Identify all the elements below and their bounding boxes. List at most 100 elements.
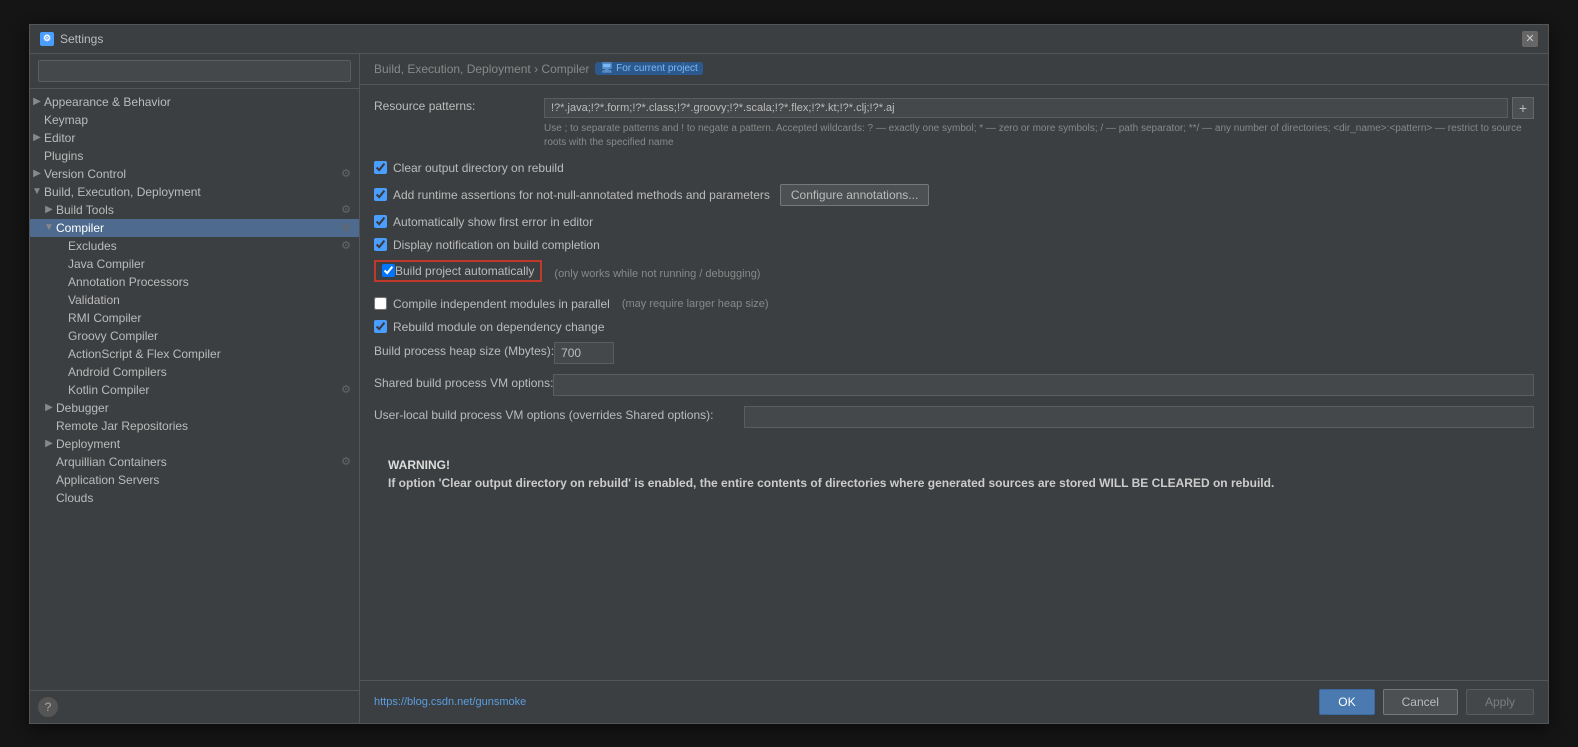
content-header: Build, Execution, Deployment › Compiler …: [360, 54, 1548, 85]
sidebar-item-label: Build Tools: [56, 203, 114, 217]
checkbox-auto-show-error[interactable]: [374, 215, 387, 228]
resource-patterns-input[interactable]: [544, 98, 1508, 118]
sidebar-item-java-compiler[interactable]: Java Compiler: [30, 255, 359, 273]
checkbox-row-display-notification: Display notification on build completion: [374, 237, 1534, 253]
apply-button[interactable]: Apply: [1466, 689, 1534, 715]
checkbox-clear-output[interactable]: [374, 161, 387, 174]
shared-vm-label: Shared build process VM options:: [374, 374, 553, 390]
gear-icon: ⚙: [341, 221, 351, 234]
sidebar-item-validation[interactable]: Validation: [30, 291, 359, 309]
sidebar-item-label: Java Compiler: [68, 257, 145, 271]
resource-patterns-field-group: + Use ; to separate patterns and ! to ne…: [544, 97, 1534, 150]
sidebar-item-label: Android Compilers: [68, 365, 167, 379]
resource-patterns-row: Resource patterns: + Use ; to separate p…: [374, 97, 1534, 150]
sidebar-item-deployment[interactable]: ▶Deployment: [30, 435, 359, 453]
sidebar-item-label: RMI Compiler: [68, 311, 141, 325]
dialog-title: ⚙ Settings: [40, 32, 103, 46]
search-box: [30, 54, 359, 89]
for-project-badge: 🖥 For current project: [595, 62, 702, 75]
resource-patterns-hint: Use ; to separate patterns and ! to nega…: [544, 122, 1534, 150]
checkbox-label-display-notification: Display notification on build completion: [393, 238, 600, 252]
gear-icon: ⚙: [341, 239, 351, 252]
sidebar-item-label: Editor: [44, 131, 75, 145]
sidebar-item-label: Version Control: [44, 167, 126, 181]
checkbox-display-notification[interactable]: [374, 238, 387, 251]
sidebar-item-label: Groovy Compiler: [68, 329, 158, 343]
user-vm-input[interactable]: [744, 406, 1534, 428]
sidebar-item-annotation-processors[interactable]: Annotation Processors: [30, 273, 359, 291]
help-button[interactable]: ?: [38, 697, 58, 717]
sidebar-item-actionscript-flex[interactable]: ActionScript & Flex Compiler: [30, 345, 359, 363]
sidebar-item-editor[interactable]: ▶Editor: [30, 129, 359, 147]
checkbox-row-add-runtime: Add runtime assertions for not-null-anno…: [374, 183, 1534, 207]
sidebar-item-label: Clouds: [56, 491, 93, 505]
tree-arrow-icon: ▶: [42, 438, 56, 449]
sidebar-item-label: Remote Jar Repositories: [56, 419, 188, 433]
heap-size-row: Build process heap size (Mbytes):: [374, 342, 1534, 364]
sidebar-item-appearance[interactable]: ▶Appearance & Behavior: [30, 93, 359, 111]
sidebar-item-compiler[interactable]: ▼Compiler⚙: [30, 219, 359, 237]
sidebar-item-kotlin-compiler[interactable]: Kotlin Compiler⚙: [30, 381, 359, 399]
checkbox-build-auto[interactable]: [382, 264, 395, 277]
checkbox-compile-parallel[interactable]: [374, 297, 387, 310]
close-button[interactable]: ✕: [1522, 31, 1538, 47]
dialog-body: ▶Appearance & BehaviorKeymap▶EditorPlugi…: [30, 54, 1548, 723]
user-vm-label: User-local build process VM options (ove…: [374, 406, 744, 422]
sidebar-item-label: ActionScript & Flex Compiler: [68, 347, 221, 361]
resource-patterns-label: Resource patterns:: [374, 97, 544, 113]
sidebar-item-debugger[interactable]: ▶Debugger: [30, 399, 359, 417]
sidebar-item-clouds[interactable]: Clouds: [30, 489, 359, 507]
sidebar-item-label: Debugger: [56, 401, 109, 415]
shared-vm-row: Shared build process VM options:: [374, 374, 1534, 396]
settings-dialog: ⚙ Settings ✕ ▶Appearance & BehaviorKeyma…: [29, 24, 1549, 724]
dialog-footer: https://blog.csdn.net/gunsmoke OK Cancel…: [360, 680, 1548, 723]
resource-patterns-add-button[interactable]: +: [1512, 97, 1534, 119]
sidebar-item-label: Deployment: [56, 437, 120, 451]
checkbox-rebuild-module[interactable]: [374, 320, 387, 333]
configure-annotations-button[interactable]: Configure annotations...: [780, 184, 929, 206]
sidebar-item-excludes[interactable]: Excludes⚙: [30, 237, 359, 255]
checkbox-row-compile-parallel: Compile independent modules in parallel(…: [374, 296, 1534, 312]
tree-arrow-icon: ▶: [42, 204, 56, 215]
sidebar-item-groovy-compiler[interactable]: Groovy Compiler: [30, 327, 359, 345]
warning-box: WARNING! If option 'Clear output directo…: [374, 448, 1534, 500]
dialog-title-text: Settings: [60, 32, 103, 46]
sidebar-item-version-control[interactable]: ▶Version Control⚙: [30, 165, 359, 183]
sidebar-item-plugins[interactable]: Plugins: [30, 147, 359, 165]
gear-icon: ⚙: [341, 383, 351, 396]
sidebar-item-android-compilers[interactable]: Android Compilers: [30, 363, 359, 381]
resource-patterns-input-row: +: [544, 97, 1534, 119]
tree-arrow-icon: ▶: [30, 96, 44, 107]
checkbox-add-runtime[interactable]: [374, 188, 387, 201]
checkbox-label-rebuild-module: Rebuild module on dependency change: [393, 320, 605, 334]
sidebar-item-build-execution[interactable]: ▼Build, Execution, Deployment: [30, 183, 359, 201]
checkbox-row-rebuild-module: Rebuild module on dependency change: [374, 319, 1534, 335]
sidebar-item-label: Build, Execution, Deployment: [44, 185, 201, 199]
breadcrumb: Build, Execution, Deployment › Compiler: [374, 62, 589, 76]
tree-arrow-icon: ▶: [30, 132, 44, 143]
sidebar: ▶Appearance & BehaviorKeymap▶EditorPlugi…: [30, 54, 360, 723]
sidebar-item-build-tools[interactable]: ▶Build Tools ⚙: [30, 201, 359, 219]
build-auto-outer-row: Build project automatically(only works w…: [374, 260, 1534, 289]
sidebar-item-arquillian[interactable]: Arquillian Containers⚙: [30, 453, 359, 471]
sidebar-item-label: Plugins: [44, 149, 83, 163]
sidebar-tree: ▶Appearance & BehaviorKeymap▶EditorPlugi…: [30, 89, 359, 690]
sidebar-item-rmi-compiler[interactable]: RMI Compiler: [30, 309, 359, 327]
heap-size-input[interactable]: [554, 342, 614, 364]
checkbox-label-clear-output: Clear output directory on rebuild: [393, 161, 564, 175]
sidebar-item-label: Compiler: [56, 221, 104, 235]
footer-link[interactable]: https://blog.csdn.net/gunsmoke: [374, 696, 526, 708]
gear-icon: ⚙: [341, 203, 351, 216]
gear-icon: ⚙: [341, 167, 351, 180]
sidebar-item-remote-jar[interactable]: Remote Jar Repositories: [30, 417, 359, 435]
shared-vm-input[interactable]: [553, 374, 1534, 396]
sidebar-item-keymap[interactable]: Keymap: [30, 111, 359, 129]
tree-arrow-icon: ▶: [42, 402, 56, 413]
ok-button[interactable]: OK: [1319, 689, 1374, 715]
titlebar: ⚙ Settings ✕: [30, 25, 1548, 54]
content-area: Resource patterns: + Use ; to separate p…: [360, 85, 1548, 680]
cancel-button[interactable]: Cancel: [1383, 689, 1458, 715]
sidebar-item-app-servers[interactable]: Application Servers: [30, 471, 359, 489]
checkbox-label-auto-show-error: Automatically show first error in editor: [393, 215, 593, 229]
search-input[interactable]: [38, 60, 351, 82]
